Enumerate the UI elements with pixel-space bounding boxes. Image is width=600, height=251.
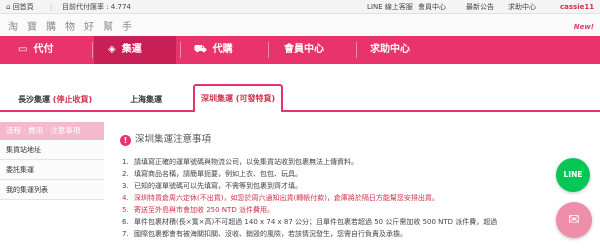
- tab-shenzhen[interactable]: 深圳集運 (可發特貨): [193, 84, 284, 112]
- info-icon: !: [120, 134, 131, 146]
- sidebar-item-consign-shipping[interactable]: 委託集運: [0, 160, 104, 180]
- announcements-link[interactable]: 最新公告: [466, 2, 494, 12]
- sidebar-item-warehouse-address[interactable]: 集貨站地址: [0, 140, 104, 160]
- top-utility-bar: ⌂ 回首頁 | 目前代付匯率 : 4.774 LINE 線上客服 會員中心 最新…: [0, 0, 600, 14]
- list-item: 7. 國際包裹都會有被海關扣關、沒收、銷毀的風險，若該情況發生，您需自行負責及承擔…: [122, 228, 600, 240]
- list-item: 4. 深圳特貨倉周六定休(不出貨)，如您於周六通知出貨(轉帳付款)，倉庫將於隔日方…: [122, 192, 600, 204]
- nav-item-label: 代付: [33, 44, 54, 55]
- nav-item-member-center[interactable]: 會員中心: [284, 36, 360, 64]
- list-item: 3. 已知的運單號碼可以先填寫，不需等到包裹到齊才填。: [122, 180, 600, 192]
- line-service-link[interactable]: LINE 線上客服: [367, 2, 413, 12]
- list-item: 6. 單件包裹材積(長×寬×高)不可超過 140 x 74 x 87 公分；且單件…: [122, 216, 600, 228]
- warehouse-tabs: 長沙集運 (停止收貨) 上海集運 深圳集運 (可發特貨): [0, 84, 600, 112]
- sidebar-item-process[interactable]: 流程 · 費用 · 注意事項: [0, 122, 104, 140]
- nav-item-help-center[interactable]: 求助中心: [370, 36, 446, 64]
- list-item-text: 填寫商品名稱，請簡單扼要，例如上衣、包包、玩具。: [134, 170, 302, 178]
- notice-list: 1. 請填寫正確的運單號碼與物流公司，以免集貨站收到包裹無法上傳資料。 2. 填寫商…: [122, 156, 600, 240]
- sidebar: 流程 · 費用 · 注意事項 集貨站地址 委託集運 我的集運列表: [0, 122, 104, 200]
- nav-item-purchasing[interactable]: ⛟ 代購: [184, 36, 264, 64]
- nav-divider: [92, 42, 93, 58]
- list-item-text: 深圳特貨倉周六定休(不出貨)，如您於周六通知出貨(轉帳付款)，倉庫將於隔日方能幫…: [134, 194, 439, 202]
- nav-item-payment[interactable]: ▭ 代付: [8, 36, 88, 64]
- credit-card-icon: ▭: [18, 44, 28, 55]
- home-link-label: 回首頁: [12, 3, 34, 11]
- line-chat-button[interactable]: LINE: [556, 158, 590, 192]
- username[interactable]: cassie11: [560, 2, 594, 12]
- nav-item-label: 會員中心: [284, 44, 324, 55]
- exchange-rate: 目前代付匯率 : 4.774: [62, 3, 131, 11]
- nav-item-label: 求助中心: [370, 44, 410, 55]
- brand-row: 淘寶購物好幫手 New!: [0, 14, 600, 36]
- nav-divider: [356, 42, 357, 58]
- list-item-text: 單件包裹材積(長×寬×高)不可超過 140 x 74 x 87 公分；且單件包裹…: [134, 218, 498, 226]
- box-icon: ◈: [108, 44, 116, 55]
- list-item-text: 請填寫正確的運單號碼與物流公司，以免集貨站收到包裹無法上傳資料。: [134, 158, 358, 166]
- cart-icon: ⛟: [194, 44, 207, 55]
- help-center-link[interactable]: 求助中心: [508, 2, 536, 12]
- list-item-number: 5.: [122, 206, 129, 214]
- site-logo[interactable]: 淘寶購物好幫手: [8, 18, 141, 33]
- tab-status-note: (停止收貨): [52, 95, 93, 104]
- tab-label: 上海集運: [130, 95, 162, 104]
- list-item: 5. 寄送至外島與市會加收 250 NTD 派件費用。: [122, 204, 600, 216]
- main-nav: ▭ 代付 ◈ 集運 ⛟ 代購 會員中心 求助中心: [0, 36, 600, 64]
- list-item-number: 2.: [122, 170, 129, 178]
- sidebar-item-my-shipments[interactable]: 我的集運列表: [0, 180, 104, 200]
- nav-divider: [180, 42, 181, 58]
- list-item-text: 寄送至外島與市會加收 250 NTD 派件費用。: [134, 206, 274, 214]
- tab-label: 深圳集運 (可發特貨): [201, 94, 276, 103]
- new-badge: New!: [573, 23, 594, 31]
- list-item-text: 已知的運單號碼可以先填寫，不需等到包裹到齊才填。: [134, 182, 302, 190]
- home-link[interactable]: ⌂ 回首頁: [6, 2, 34, 12]
- list-item-number: 6.: [122, 218, 129, 226]
- home-icon: ⌂: [6, 3, 11, 11]
- list-item-number: 3.: [122, 182, 129, 190]
- notice-header: ! 深圳集運注意事項: [120, 134, 211, 146]
- list-item-number: 7.: [122, 230, 129, 238]
- list-item: 2. 填寫商品名稱，請簡單扼要，例如上衣、包包、玩具。: [122, 168, 600, 180]
- list-item-number: 1.: [122, 158, 129, 166]
- nav-divider: [268, 42, 269, 58]
- page-title: 深圳集運注意事項: [135, 134, 212, 145]
- tab-label: 長沙集運: [18, 95, 50, 104]
- divider: |: [50, 3, 53, 11]
- tab-changsha[interactable]: 長沙集運 (停止收貨): [18, 90, 92, 110]
- list-item-text: 國際包裹都會有被海關扣關、沒收、銷毀的風險，若該情況發生，您需自行負責及承擔。: [134, 230, 407, 238]
- member-center-link[interactable]: 會員中心: [418, 2, 446, 12]
- list-item: 1. 請填寫正確的運單號碼與物流公司，以免集貨站收到包裹無法上傳資料。: [122, 156, 600, 168]
- mail-icon[interactable]: ✉: [556, 202, 592, 238]
- tab-shanghai[interactable]: 上海集運: [130, 90, 162, 110]
- nav-item-label: 代購: [212, 44, 233, 55]
- nav-item-shipping[interactable]: ◈ 集運: [94, 36, 176, 64]
- list-item-number: 4.: [122, 194, 129, 202]
- nav-item-label: 集運: [121, 44, 142, 55]
